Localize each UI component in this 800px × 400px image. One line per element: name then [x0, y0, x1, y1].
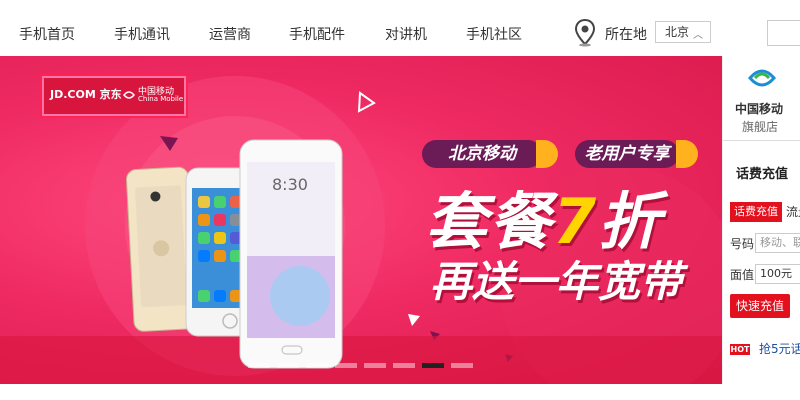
store-name: 中国移动: [735, 102, 784, 116]
subline: 再送一年宽带: [430, 257, 683, 306]
carousel-dots: [248, 363, 478, 369]
carousel-dot[interactable]: [335, 363, 357, 368]
headline-prefix: 套餐: [425, 185, 554, 258]
china-mobile-icon: [123, 91, 135, 99]
panel-divider: [723, 140, 800, 141]
phone-number-input[interactable]: 移动、联通、电信: [755, 233, 800, 253]
nav-item-carrier[interactable]: 运营商: [209, 24, 251, 44]
carousel-dot[interactable]: [248, 363, 270, 368]
nav-item-accessories[interactable]: 手机配件: [289, 24, 345, 44]
number-label: 号码: [730, 237, 755, 251]
carousel-dot[interactable]: [306, 363, 328, 368]
svg-text:8:30: 8:30: [272, 175, 308, 194]
tag-existing-users: 老用户专享: [575, 140, 679, 168]
tag-beijing-mobile: 北京移动: [422, 140, 542, 168]
promo-banner[interactable]: 8:30 JD.COM 京东 中国移动 China Mobile 北京移动 老用…: [0, 56, 722, 384]
headline-suffix: 折: [598, 185, 663, 258]
amount-label: 面值: [730, 268, 755, 282]
top-nav: 手机首页 手机通讯 运营商 手机配件 对讲机 手机社区 所在地 北京 ︿: [0, 0, 800, 56]
city-selector[interactable]: 北京 ︿: [655, 21, 711, 43]
recharge-panel: 中国移动 旗舰店 话费充值 话费充值 流量 号码 移动、联通、电信 面值 100…: [722, 56, 800, 384]
jd-logo: JD.COM 京东: [50, 88, 122, 101]
nav-right-edge-box[interactable]: [767, 20, 800, 46]
carousel-dot[interactable]: [451, 363, 473, 368]
china-mobile-emblem-icon: [748, 69, 776, 87]
promo-link[interactable]: 抢5元话费: [759, 340, 800, 357]
bottom-strip: [0, 384, 800, 400]
store-subtitle: 旗舰店: [742, 120, 779, 134]
location-pin-icon: [574, 19, 596, 47]
jd-chinamobile-signboard: JD.COM 京东 中国移动 China Mobile: [42, 76, 186, 116]
amount-select[interactable]: 100元: [755, 264, 800, 284]
headline: 套餐7折: [425, 186, 662, 258]
nav-item-community[interactable]: 手机社区: [466, 24, 522, 44]
nav-item-home[interactable]: 手机首页: [19, 24, 75, 44]
quick-recharge-button[interactable]: 快速充值: [730, 294, 790, 318]
tab-data-plan[interactable]: 流量: [786, 202, 800, 222]
tab-phone-credit[interactable]: 话费充值: [730, 202, 782, 222]
carousel-dot[interactable]: [364, 363, 386, 368]
hot-badge: HOT: [730, 344, 750, 355]
chevron-up-icon: ︿: [693, 30, 703, 41]
recharge-title: 话费充值: [736, 167, 789, 182]
headline-discount-number: 7: [553, 185, 599, 258]
city-value: 北京: [665, 25, 690, 39]
location-label: 所在地: [605, 27, 647, 43]
carousel-dot[interactable]: [422, 363, 444, 368]
china-mobile-logo-en: China Mobile: [138, 95, 184, 103]
china-mobile-logo: 中国移动 China Mobile: [122, 84, 184, 108]
nav-item-walkie-talkie[interactable]: 对讲机: [385, 24, 427, 44]
nav-item-communication[interactable]: 手机通讯: [114, 24, 170, 44]
carousel-dot[interactable]: [277, 363, 299, 368]
carousel-dot[interactable]: [393, 363, 415, 368]
